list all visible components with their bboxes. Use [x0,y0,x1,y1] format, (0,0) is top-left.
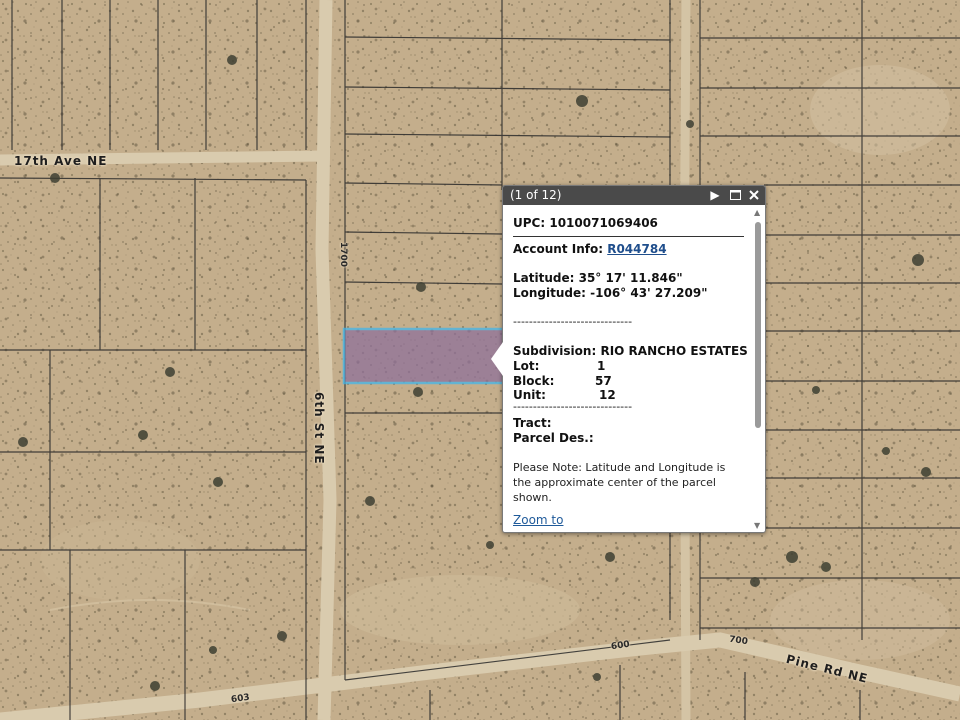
block-row: Block: 57 [513,374,612,388]
aerial-imagery [0,0,960,720]
popup-scrollbar[interactable]: ▲ ▼ [753,208,763,530]
scroll-down-arrow-icon[interactable]: ▼ [754,521,760,530]
lot-value: 1 [597,359,606,373]
road-label-6th-st: 6th St NE [312,392,326,465]
subdivision-value: RIO RANCHO ESTATES [600,344,748,358]
separator-2: ------------------------------ [513,400,633,413]
upc-label: UPC: [513,216,546,230]
lot-label: Lot: [513,359,540,373]
selected-parcel[interactable] [342,327,506,385]
coordinate-note: Please Note: Latitude and Longitude is t… [513,461,726,504]
parcel-des-label: Parcel Des.: [513,431,594,445]
longitude-label: Longitude: [513,286,586,300]
upc-row: UPC: 1010071069406 [513,216,658,230]
popup-content: UPC: 1010071069406 Account Info: R044784… [513,210,751,528]
play-icon[interactable]: ▶ [707,186,723,205]
block-label: Block: [513,374,555,388]
account-link[interactable]: R044784 [607,242,666,256]
subdivision-label: Subdivision: [513,344,597,358]
longitude-value: -106° 43' 27.209" [590,286,708,300]
map-view[interactable]: 17th Ave NE 6th St NE Pine Rd NE 1700 60… [0,0,960,720]
latitude-row: Latitude: 35° 17' 11.846" [513,271,683,285]
upc-value: 1010071069406 [549,216,658,230]
header-divider [513,236,744,237]
subdivision-row: Subdivision: RIO RANCHO ESTATES [513,344,748,358]
block-value: 57 [595,374,612,388]
close-icon[interactable] [746,186,762,205]
maximize-icon[interactable] [727,186,743,205]
account-label: Account Info: [513,242,604,256]
longitude-row: Longitude: -106° 43' 27.209" [513,286,707,300]
latitude-value: 35° 17' 11.846" [578,271,683,285]
popup-header: (1 of 12) ▶ [503,186,765,205]
popup-pointer [491,342,503,376]
parcel-info-popup: (1 of 12) ▶ UPC: 1010071069406 Account I… [491,185,766,533]
tract-label: Tract: [513,416,552,430]
scroll-up-arrow-icon[interactable]: ▲ [754,208,760,217]
latitude-label: Latitude: [513,271,575,285]
scroll-thumb[interactable] [755,222,761,428]
account-row: Account Info: R044784 [513,242,667,256]
separator-1: ------------------------------ [513,315,633,328]
lot-row: Lot: 1 [513,359,605,373]
zoom-to-link[interactable]: Zoom to [513,513,563,527]
address-label-1700: 1700 [338,242,348,268]
popup-counter: (1 of 12) [510,188,562,202]
road-label-17th-ave: 17th Ave NE [14,154,108,168]
